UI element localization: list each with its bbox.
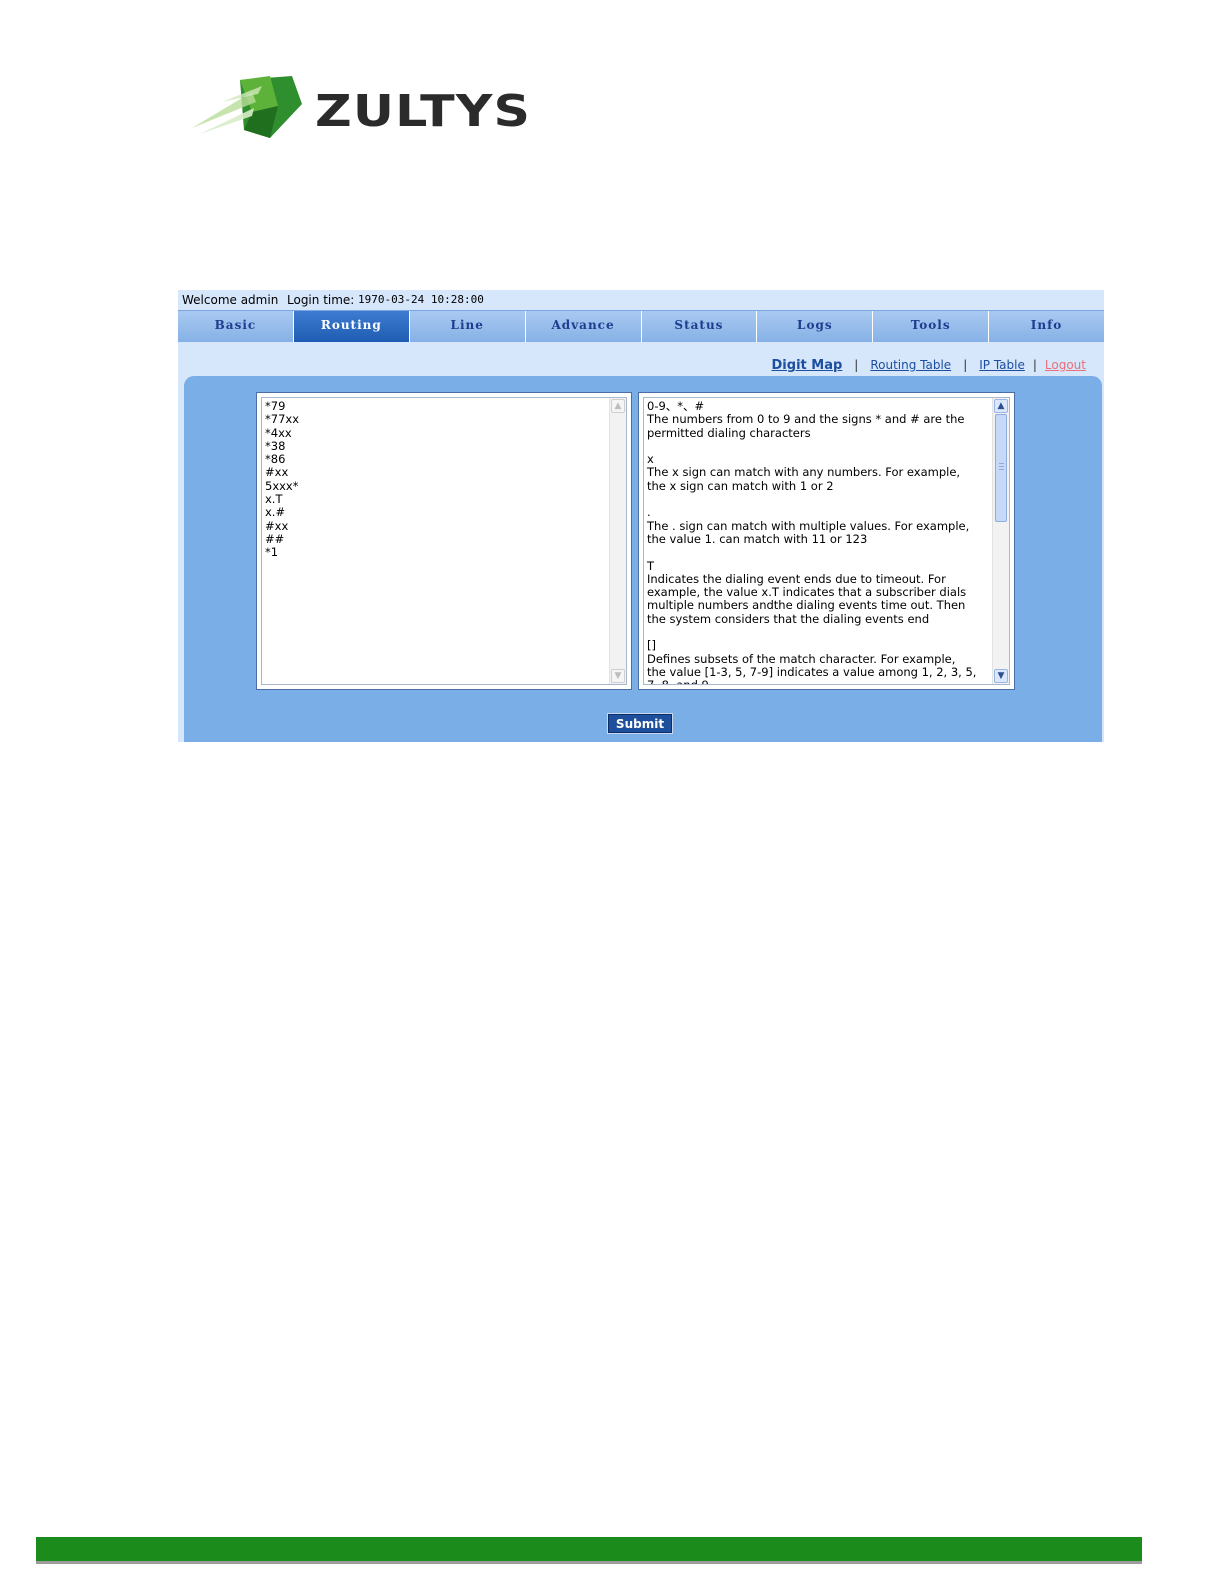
- logo-wordmark: ZULTYS: [315, 86, 532, 137]
- routing-subnav: Digit Map | Routing Table | IP Table | Logout: [772, 358, 1086, 373]
- routing-table-link[interactable]: Routing Table: [870, 358, 951, 372]
- digit-map-textarea[interactable]: *79 *77xx *4xx *38 *86 #xx 5xxx* x.T x.# #xx ## *1 …: [256, 392, 632, 690]
- welcome-bar: Welcome admin Login time: 1970-03-24 10:…: [178, 290, 1104, 310]
- help-line: x: [647, 452, 654, 467]
- digit-map-entry: x.T: [265, 492, 283, 507]
- digit-map-entry: *86: [265, 452, 286, 467]
- help-line: example, the value x.T indicates that a …: [647, 585, 967, 600]
- help-line: The . sign can match with multiple value…: [647, 518, 970, 533]
- footer-bar: [36, 1537, 1142, 1561]
- scroll-down-icon[interactable]: ▼: [611, 669, 625, 683]
- scroll-up-icon[interactable]: ▲: [611, 399, 625, 413]
- main-nav-tabs: Basic Routing Line Advance Status Logs T…: [178, 310, 1104, 342]
- help-line: []: [647, 638, 656, 653]
- zultys-logo: ZULTYS: [192, 72, 530, 152]
- login-time: 1970-03-24 10:28:00: [358, 293, 484, 306]
- help-line: The x sign can match with any numbers. F…: [647, 465, 961, 480]
- help-line: the value 1. can match with 11 or 123: [647, 531, 868, 546]
- tab-logs[interactable]: Logs: [757, 311, 874, 342]
- digit-map-entry: *77xx: [265, 412, 299, 427]
- tab-tools[interactable]: Tools: [873, 311, 990, 342]
- help-line: multiple numbers andthe dialing events t…: [647, 598, 966, 613]
- help-line: the value [1-3, 5, 7-9] indicates a valu…: [647, 664, 977, 679]
- help-line: [647, 493, 989, 506]
- digit-map-help-textarea[interactable]: 0-9、*、# The numbers from 0 to 9 and the s…: [638, 392, 1015, 690]
- help-line: permitted dialing characters: [647, 425, 811, 440]
- ip-table-link[interactable]: IP Table: [979, 358, 1025, 372]
- digit-map-entry: 5xxx*: [265, 478, 299, 493]
- separator: |: [854, 358, 859, 372]
- digit-map-entry: #xx: [265, 518, 289, 533]
- help-line: [647, 626, 989, 639]
- digit-map-entry: *4xx: [265, 425, 292, 440]
- help-line: the system considers that the dialing ev…: [647, 611, 930, 626]
- help-line: 0-9、*、#: [647, 399, 705, 413]
- scroll-down-icon[interactable]: ▼: [994, 669, 1008, 683]
- help-line: [647, 546, 989, 559]
- digit-map-link[interactable]: Digit Map: [772, 358, 843, 373]
- tab-routing[interactable]: Routing: [293, 311, 410, 342]
- tab-info[interactable]: Info: [989, 311, 1104, 342]
- digit-map-panel: *79 *77xx *4xx *38 *86 #xx 5xxx* x.T x.# #xx ## *1 …: [184, 376, 1102, 742]
- logo-emblem-icon: [192, 76, 302, 138]
- digit-map-entry: #xx: [265, 465, 289, 480]
- submit-button[interactable]: Submit: [607, 713, 673, 734]
- help-line: [647, 440, 989, 453]
- digit-map-entry: *79: [265, 399, 286, 413]
- help-line: .: [647, 505, 651, 520]
- web-admin-window: Welcome admin Login time: 1970-03-24 10:…: [178, 290, 1104, 742]
- tab-line[interactable]: Line: [410, 311, 526, 342]
- separator: |: [1032, 358, 1037, 372]
- logout-link[interactable]: Logout: [1045, 358, 1086, 372]
- help-line: T: [647, 558, 655, 573]
- tab-advance[interactable]: Advance: [526, 311, 642, 342]
- scroll-up-icon[interactable]: ▲: [994, 399, 1008, 413]
- tab-basic[interactable]: Basic: [178, 311, 294, 342]
- help-scrollbar[interactable]: ▲ ▼: [992, 398, 1009, 684]
- help-line: 7, 8, and 9: [647, 678, 989, 684]
- welcome-text: Welcome admin: [182, 293, 279, 307]
- digit-map-entry: ##: [265, 531, 285, 546]
- login-label: Login time:: [287, 293, 355, 307]
- help-line: Defines subsets of the match character. …: [647, 651, 956, 666]
- scrollbar-thumb[interactable]: [995, 414, 1007, 522]
- digit-map-help-text: 0-9、*、# The numbers from 0 to 9 and the s…: [647, 399, 989, 684]
- help-line: the x sign can match with 1 or 2: [647, 478, 834, 493]
- separator: |: [963, 358, 968, 372]
- tab-status[interactable]: Status: [642, 311, 758, 342]
- digit-map-entry: x.#: [265, 505, 286, 520]
- help-line: Indicates the dialing event ends due to …: [647, 571, 946, 586]
- digit-map-entry: *1: [265, 545, 279, 560]
- digit-map-scrollbar[interactable]: ▲ ▼: [609, 398, 626, 684]
- digit-map-entry: *38: [265, 438, 286, 453]
- footer-divider: [36, 1561, 1142, 1564]
- help-line: The numbers from 0 to 9 and the signs * …: [647, 412, 965, 427]
- digit-map-entries: *79 *77xx *4xx *38 *86 #xx 5xxx* x.T x.# #xx ## *1: [265, 399, 606, 560]
